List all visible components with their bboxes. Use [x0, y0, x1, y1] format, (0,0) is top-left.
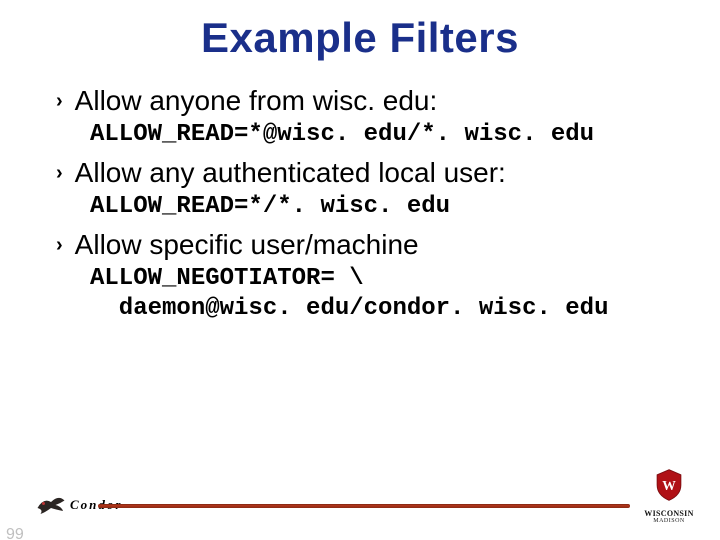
bullet-item: › Allow anyone from wisc. edu: — [56, 84, 686, 118]
footer-divider — [98, 504, 630, 508]
bullet-marker: › — [56, 156, 63, 190]
condor-bird-icon — [36, 494, 66, 516]
slide-body: › Allow anyone from wisc. edu: ALLOW_REA… — [0, 84, 720, 324]
bullet-text: Allow anyone from wisc. edu: — [75, 84, 438, 118]
wisconsin-logo: W WISCONSIN MADISON — [642, 468, 696, 524]
wisconsin-crest-icon: W — [652, 468, 686, 502]
slide: Example Filters › Allow anyone from wisc… — [0, 14, 720, 540]
page-number: 99 — [6, 526, 24, 540]
wisconsin-logo-subtext: MADISON — [642, 518, 696, 524]
bullet-item: › Allow any authenticated local user: — [56, 156, 686, 190]
bullet-marker: › — [56, 228, 63, 262]
bullet-text: Allow any authenticated local user: — [75, 156, 506, 190]
code-line: ALLOW_NEGOTIATOR= \ daemon@wisc. edu/con… — [90, 264, 686, 324]
slide-footer: 99 Condor W WISCONSIN MADISON — [0, 484, 720, 538]
bullet-item: › Allow specific user/machine — [56, 228, 686, 262]
svg-text:W: W — [662, 478, 676, 493]
slide-title: Example Filters — [0, 14, 720, 62]
bullet-text: Allow specific user/machine — [75, 228, 419, 262]
code-line: ALLOW_READ=*@wisc. edu/*. wisc. edu — [90, 120, 686, 150]
bullet-marker: › — [56, 84, 63, 118]
wisconsin-logo-text: WISCONSIN — [642, 509, 696, 518]
code-line: ALLOW_READ=*/*. wisc. edu — [90, 192, 686, 222]
